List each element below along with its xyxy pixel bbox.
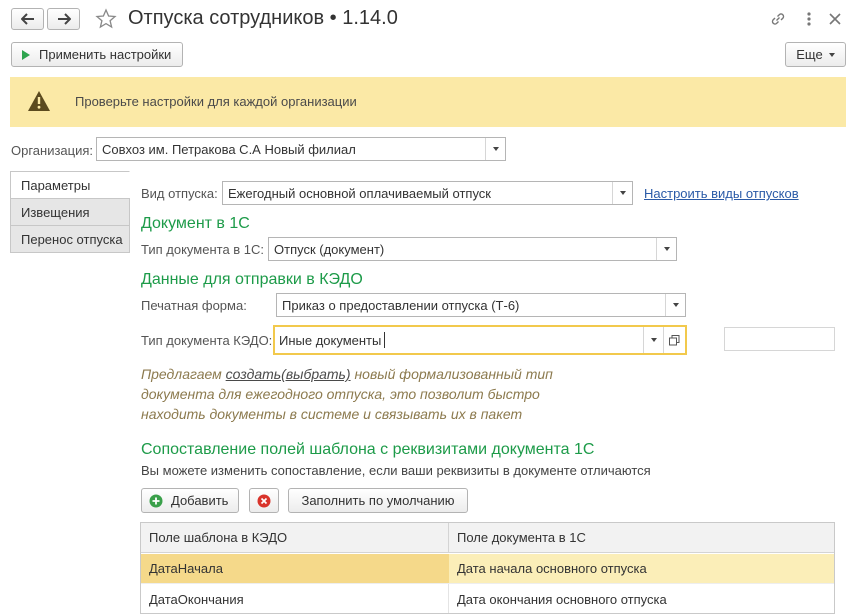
print-form-dropdown[interactable] bbox=[665, 294, 685, 316]
mapping-note: Вы можете изменить сопоставление, если в… bbox=[141, 463, 651, 478]
chevron-down-icon bbox=[650, 338, 657, 342]
doc-type-value: Отпуск (документ) bbox=[274, 241, 385, 257]
table-cell[interactable]: ДатаНачала bbox=[141, 554, 449, 583]
organization-label: Организация: bbox=[11, 143, 94, 158]
print-form-value: Приказ о предоставлении отпуска (Т-6) bbox=[282, 297, 520, 313]
chevron-down-icon bbox=[492, 147, 499, 151]
tab-label: Извещения bbox=[21, 204, 90, 220]
organization-dropdown[interactable] bbox=[485, 138, 505, 160]
kedo-type-value: Иные документы bbox=[279, 332, 382, 348]
kedo-heading: Данные для отправки в КЭДО bbox=[141, 271, 363, 288]
print-form-label: Печатная форма: bbox=[141, 298, 247, 313]
configure-leave-types-link[interactable]: Настроить виды отпусков bbox=[644, 186, 799, 201]
more-menu-label: Еще bbox=[796, 47, 823, 62]
add-button-label: Добавить bbox=[171, 493, 229, 508]
delete-circle-icon bbox=[257, 494, 271, 507]
tab-leave-transfer[interactable]: Перенос отпуска bbox=[10, 225, 130, 253]
plus-circle-icon bbox=[149, 494, 163, 507]
open-form-button[interactable] bbox=[663, 327, 685, 353]
chevron-down-icon bbox=[828, 52, 835, 57]
more-icon[interactable] bbox=[802, 10, 816, 28]
leave-type-select[interactable]: Ежегодный основной оплачиваемый отпуск bbox=[222, 181, 633, 205]
column-header[interactable]: Поле документа в 1С bbox=[449, 523, 834, 552]
warning-text: Проверьте настройки для каждой организац… bbox=[75, 94, 357, 109]
warning-icon bbox=[28, 91, 50, 111]
table-row[interactable]: ДатаОкончания Дата окончания основного о… bbox=[141, 584, 834, 613]
forward-button[interactable] bbox=[47, 8, 80, 30]
chevron-down-icon bbox=[663, 247, 670, 251]
doc1c-heading: Документ в 1С bbox=[141, 215, 250, 232]
chevron-down-icon bbox=[672, 303, 679, 307]
link-icon[interactable] bbox=[769, 10, 787, 28]
apply-settings-label: Применить настройки bbox=[39, 47, 172, 62]
play-icon bbox=[22, 49, 30, 60]
tab-parameters[interactable]: Параметры bbox=[10, 171, 130, 199]
doc-type-select[interactable]: Отпуск (документ) bbox=[268, 237, 677, 261]
fill-default-button[interactable]: Заполнить по умолчанию bbox=[288, 488, 468, 513]
arrow-right-icon bbox=[57, 13, 71, 25]
chevron-down-icon bbox=[619, 191, 626, 195]
open-icon bbox=[669, 334, 680, 345]
table-header: Поле шаблона в КЭДО Поле документа в 1С bbox=[141, 523, 834, 553]
hint-prefix: Предлагаем bbox=[141, 366, 226, 382]
print-form-select[interactable]: Приказ о предоставлении отпуска (Т-6) bbox=[276, 293, 686, 317]
leave-type-dropdown[interactable] bbox=[612, 182, 632, 204]
kedo-type-select[interactable]: Иные документы bbox=[273, 325, 687, 355]
doc-type-label: Тип документа в 1С: bbox=[141, 242, 265, 257]
window-title: Отпуска сотрудников • 1.14.0 bbox=[128, 7, 398, 29]
tab-notices[interactable]: Извещения bbox=[10, 198, 130, 226]
organization-value: Совхоз им. Петракова С.А Новый филиал bbox=[102, 141, 356, 157]
mapping-table: Поле шаблона в КЭДО Поле документа в 1С … bbox=[140, 522, 835, 614]
fill-default-label: Заполнить по умолчанию bbox=[301, 493, 455, 508]
organization-select[interactable]: Совхоз им. Петракова С.А Новый филиал bbox=[96, 137, 506, 161]
table-cell[interactable]: Дата окончания основного отпуска bbox=[449, 584, 834, 613]
more-menu-button[interactable]: Еще bbox=[785, 42, 846, 67]
leave-type-value: Ежегодный основной оплачиваемый отпуск bbox=[228, 185, 491, 201]
close-icon[interactable] bbox=[828, 12, 842, 26]
mapping-heading: Сопоставление полей шаблона с реквизитам… bbox=[141, 441, 595, 458]
back-button[interactable] bbox=[11, 8, 44, 30]
doc-type-dropdown[interactable] bbox=[656, 238, 676, 260]
kedo-hint: Предлагаем создать(выбрать) новый формал… bbox=[141, 364, 561, 424]
table-cell[interactable]: Дата начала основного отпуска bbox=[449, 554, 834, 583]
create-select-link[interactable]: создать(выбрать) bbox=[226, 366, 351, 382]
tab-label: Параметры bbox=[21, 177, 91, 193]
text-cursor bbox=[384, 332, 385, 348]
tab-label: Перенос отпуска bbox=[21, 231, 123, 247]
table-row[interactable]: ДатаНачала Дата начала основного отпуска bbox=[141, 554, 834, 584]
leave-type-label: Вид отпуска: bbox=[141, 186, 218, 201]
kedo-type-label: Тип документа КЭДО: bbox=[141, 333, 273, 348]
apply-settings-button[interactable]: Применить настройки bbox=[11, 42, 183, 67]
add-button[interactable]: Добавить bbox=[141, 488, 239, 513]
table-cell[interactable]: ДатаОкончания bbox=[141, 584, 449, 613]
arrow-left-icon bbox=[20, 13, 34, 25]
warning-banner: Проверьте настройки для каждой организац… bbox=[10, 77, 846, 127]
kedo-type-dropdown[interactable] bbox=[643, 327, 663, 353]
delete-button[interactable] bbox=[249, 488, 279, 513]
column-header[interactable]: Поле шаблона в КЭДО bbox=[141, 523, 449, 552]
empty-input[interactable] bbox=[724, 327, 835, 351]
favorite-star-icon[interactable] bbox=[95, 8, 117, 30]
